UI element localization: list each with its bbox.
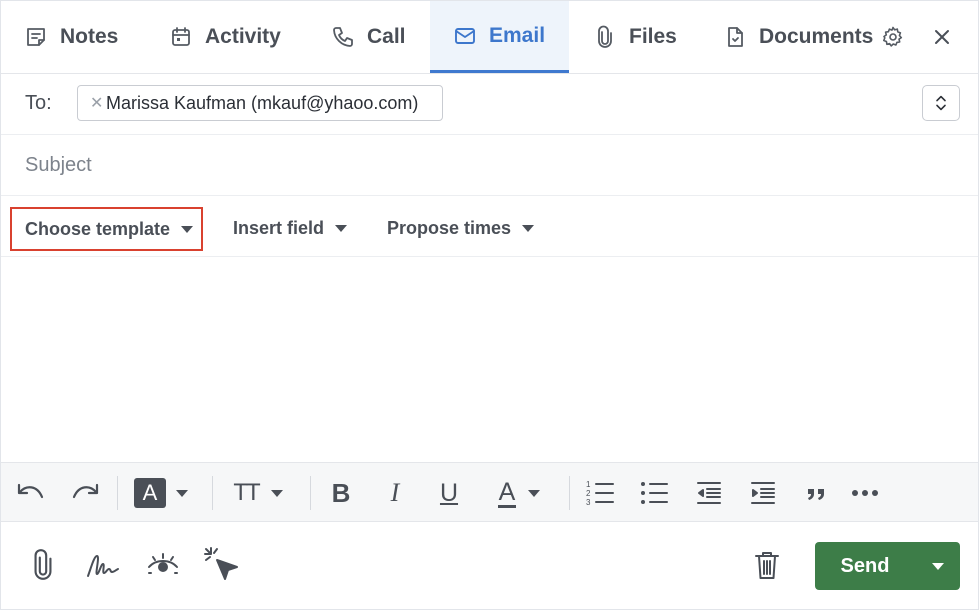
to-label: To: xyxy=(25,92,52,114)
tab-email[interactable]: Email xyxy=(430,1,569,73)
signature-icon[interactable] xyxy=(83,545,123,585)
gear-icon[interactable] xyxy=(881,25,907,51)
tab-files[interactable]: Files xyxy=(593,1,677,73)
template-bar: Choose template Insert field Propose tim… xyxy=(1,196,978,257)
numbered-list-icon[interactable]: 123 xyxy=(584,477,616,509)
italic-icon[interactable]: I xyxy=(379,477,411,509)
choose-template-dropdown[interactable]: Choose template xyxy=(10,207,203,251)
quote-icon[interactable] xyxy=(801,477,833,509)
subject-row xyxy=(1,135,978,196)
tab-activity[interactable]: Activity xyxy=(169,1,281,73)
tab-label: Notes xyxy=(60,25,119,48)
close-icon[interactable] xyxy=(930,25,954,49)
recipient-stepper[interactable] xyxy=(922,85,960,121)
tab-call[interactable]: Call xyxy=(331,1,406,73)
trash-icon[interactable] xyxy=(747,545,787,585)
indent-icon[interactable] xyxy=(747,477,779,509)
phone-icon xyxy=(331,25,355,49)
insert-field-dropdown[interactable]: Insert field xyxy=(233,208,348,248)
eye-tracking-icon[interactable] xyxy=(143,545,183,585)
paperclip-icon xyxy=(593,25,617,49)
font-color-letter: A xyxy=(497,477,517,508)
toolbar-separator xyxy=(212,476,213,510)
tab-label: Call xyxy=(367,25,406,48)
svg-text:1: 1 xyxy=(586,480,591,489)
subject-input[interactable] xyxy=(25,149,945,181)
font-color-icon[interactable]: A xyxy=(487,477,551,509)
caret-down-icon xyxy=(931,562,944,570)
toolbar-separator xyxy=(569,476,570,510)
redo-icon[interactable] xyxy=(67,477,103,509)
cursor-click-icon[interactable] xyxy=(202,545,242,585)
caret-down-icon xyxy=(335,224,348,232)
toolbar-separator xyxy=(117,476,118,510)
paperclip-icon[interactable] xyxy=(23,545,63,585)
tab-label: Documents xyxy=(759,25,874,48)
caret-down-icon xyxy=(522,224,535,232)
recipient-field[interactable]: ✕ Marissa Kaufman (mkauf@yhaoo.com) xyxy=(77,85,443,121)
notes-icon xyxy=(24,25,48,49)
tab-label: Activity xyxy=(205,25,281,48)
propose-times-dropdown[interactable]: Propose times xyxy=(387,208,535,248)
chevron-up-down-icon xyxy=(936,95,946,111)
caret-down-icon xyxy=(528,489,541,497)
text-size-letters: TT xyxy=(233,479,260,506)
recipient-chip: Marissa Kaufman (mkauf@yhaoo.com) xyxy=(106,93,419,113)
remove-recipient-icon[interactable]: ✕ xyxy=(90,93,103,113)
email-composer: Notes Activity Call Email Files Document… xyxy=(0,0,979,610)
caret-down-icon xyxy=(181,225,194,233)
email-body-editor[interactable] xyxy=(1,257,978,461)
highlight-icon[interactable]: A xyxy=(129,477,193,509)
send-options-button[interactable] xyxy=(915,542,960,590)
tab-documents[interactable]: Documents xyxy=(723,1,873,73)
underline-icon[interactable]: U xyxy=(433,477,465,509)
recipient-row: To: ✕ Marissa Kaufman (mkauf@yhaoo.com) xyxy=(1,74,978,135)
tab-bar: Notes Activity Call Email Files Document… xyxy=(1,1,978,74)
outdent-icon[interactable] xyxy=(693,477,725,509)
text-size-icon[interactable]: TT xyxy=(225,477,291,509)
send-button[interactable]: Send xyxy=(815,542,915,590)
tab-label: Files xyxy=(629,25,677,48)
action-bar: Send xyxy=(1,523,978,609)
toolbar-separator xyxy=(310,476,311,510)
choose-template-label: Choose template xyxy=(25,218,171,239)
insert-field-label: Insert field xyxy=(233,217,325,238)
caret-down-icon xyxy=(270,489,283,497)
bulleted-list-icon[interactable] xyxy=(638,477,670,509)
envelope-icon xyxy=(453,24,477,48)
highlight-letter: A xyxy=(134,478,166,508)
svg-text:3: 3 xyxy=(586,498,591,507)
undo-icon[interactable] xyxy=(13,477,49,509)
more-icon[interactable] xyxy=(849,477,881,509)
propose-times-label: Propose times xyxy=(387,217,512,238)
calendar-icon xyxy=(169,25,193,49)
send-button-group: Send xyxy=(815,542,960,590)
document-icon xyxy=(723,25,747,49)
tab-notes[interactable]: Notes xyxy=(24,1,118,73)
svg-text:2: 2 xyxy=(586,489,591,498)
caret-down-icon xyxy=(176,489,188,497)
tab-label: Email xyxy=(489,23,546,47)
bold-icon[interactable]: B xyxy=(325,477,357,509)
formatting-toolbar: A TT B I U A 123 xyxy=(1,462,978,522)
